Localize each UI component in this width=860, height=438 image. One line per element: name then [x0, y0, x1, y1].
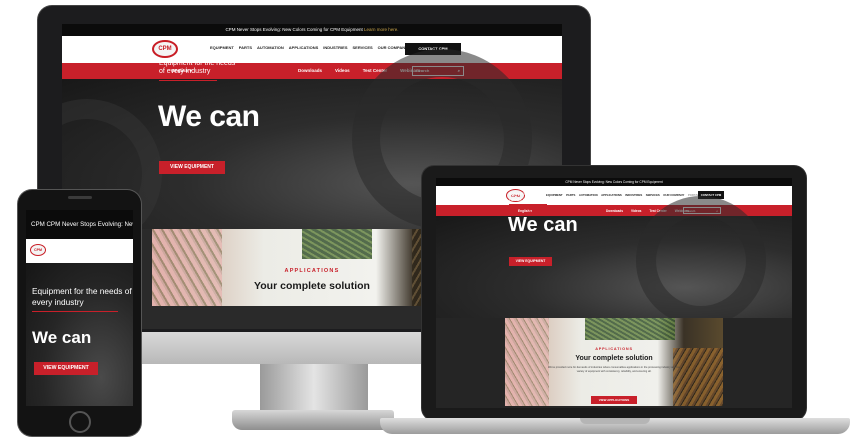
hero-eyebrow: Equipment for the needs of every industr…	[159, 60, 236, 75]
announcement-link[interactable]: Learn more here.	[364, 27, 399, 32]
nav-item-our-company[interactable]: OUR COMPANY	[663, 193, 684, 197]
hero-title: We can	[158, 100, 260, 133]
cpm-logo[interactable]: CPM	[30, 244, 46, 256]
main-nav: CPM	[26, 239, 133, 263]
laptop-notch	[580, 418, 650, 424]
hero-eyebrow: Equipment for the needs of every industr…	[509, 191, 557, 202]
pellets-image	[302, 229, 372, 259]
nav-item-parts[interactable]: PARTS	[566, 193, 575, 197]
language-selector[interactable]: English ▾	[518, 209, 532, 213]
nav-item-applications[interactable]: APPLICATIONS	[601, 193, 622, 197]
announcement-bar: CPM Never Stops Evolving: New Colors Com…	[436, 178, 792, 186]
nav-menu: EQUIPMENT PARTS AUTOMATION APPLICATIONS …	[546, 193, 709, 197]
nav-item-automation[interactable]: AUTOMATION	[257, 45, 284, 50]
announcement-text: CPM Never Stops Evolving: New Colors Com…	[565, 180, 663, 184]
pellets-image	[505, 318, 549, 406]
cpm-logo[interactable]: CPM	[152, 40, 178, 58]
phone-screen: CPM CPM Never Stops Evolving: New Colors…	[26, 210, 133, 406]
hero-eyebrow: Equipment for the needs of every industr…	[32, 286, 132, 307]
utility-link-downloads[interactable]: Downloads	[606, 209, 623, 213]
main-nav: CPM EQUIPMENT PARTS AUTOMATION APPLICATI…	[436, 186, 792, 205]
hero-title: We can	[32, 328, 92, 347]
nav-item-equipment[interactable]: EQUIPMENT	[210, 45, 234, 50]
nav-item-automation[interactable]: AUTOMATION	[579, 193, 598, 197]
utility-link-videos[interactable]: Videos	[631, 209, 641, 213]
nav-item-services[interactable]: SERVICES	[646, 193, 660, 197]
monitor-stand-neck	[260, 364, 368, 414]
view-equipment-button[interactable]: VIEW EQUIPMENT	[509, 257, 552, 266]
pellets-image	[585, 318, 675, 340]
main-nav: CPM EQUIPMENT PARTS AUTOMATION APPLICATI…	[62, 36, 562, 63]
applications-eyebrow: APPLICATIONS	[595, 347, 633, 351]
announcement-text: CPM Never Stops Evolving: New Colors Com…	[225, 27, 363, 32]
nav-item-industries[interactable]: INDUSTRIES	[323, 45, 347, 50]
nav-item-industries[interactable]: INDUSTRIES	[625, 193, 642, 197]
nav-item-applications[interactable]: APPLICATIONS	[289, 45, 318, 50]
announcement-bar: CPM Never Stops Evolving: New Colors Com…	[62, 24, 562, 36]
view-applications-button[interactable]: VIEW APPLICATIONS	[591, 396, 637, 404]
laptop-screen: CPM Never Stops Evolving: New Colors Com…	[436, 178, 792, 408]
nav-item-services[interactable]: SERVICES	[353, 45, 373, 50]
nav-item-parts[interactable]: PARTS	[239, 45, 252, 50]
view-equipment-button[interactable]: VIEW EQUIPMENT	[159, 161, 225, 174]
utility-link-downloads[interactable]: Downloads	[298, 68, 322, 73]
phone-home-button	[69, 411, 91, 433]
applications-description: We've provided more for demands of indus…	[547, 366, 681, 373]
hero-underline	[32, 311, 118, 312]
hero-section	[436, 196, 792, 326]
utility-link-videos[interactable]: Videos	[335, 68, 350, 73]
phone-speaker	[68, 196, 92, 199]
applications-banner	[505, 318, 723, 406]
applications-title: Your complete solution	[575, 355, 653, 362]
nav-item-our-company[interactable]: OUR COMPANY	[378, 45, 408, 50]
hero-underline	[509, 204, 547, 205]
monitor-stand-base	[232, 410, 394, 430]
view-equipment-button[interactable]: VIEW EQUIPMENT	[34, 362, 98, 375]
announcement-bar: CPM CPM Never Stops Evolving: New Colors	[26, 210, 133, 239]
hero-underline	[159, 80, 217, 81]
hero-background-pipe	[636, 196, 766, 326]
hero-title: We can	[508, 214, 578, 236]
